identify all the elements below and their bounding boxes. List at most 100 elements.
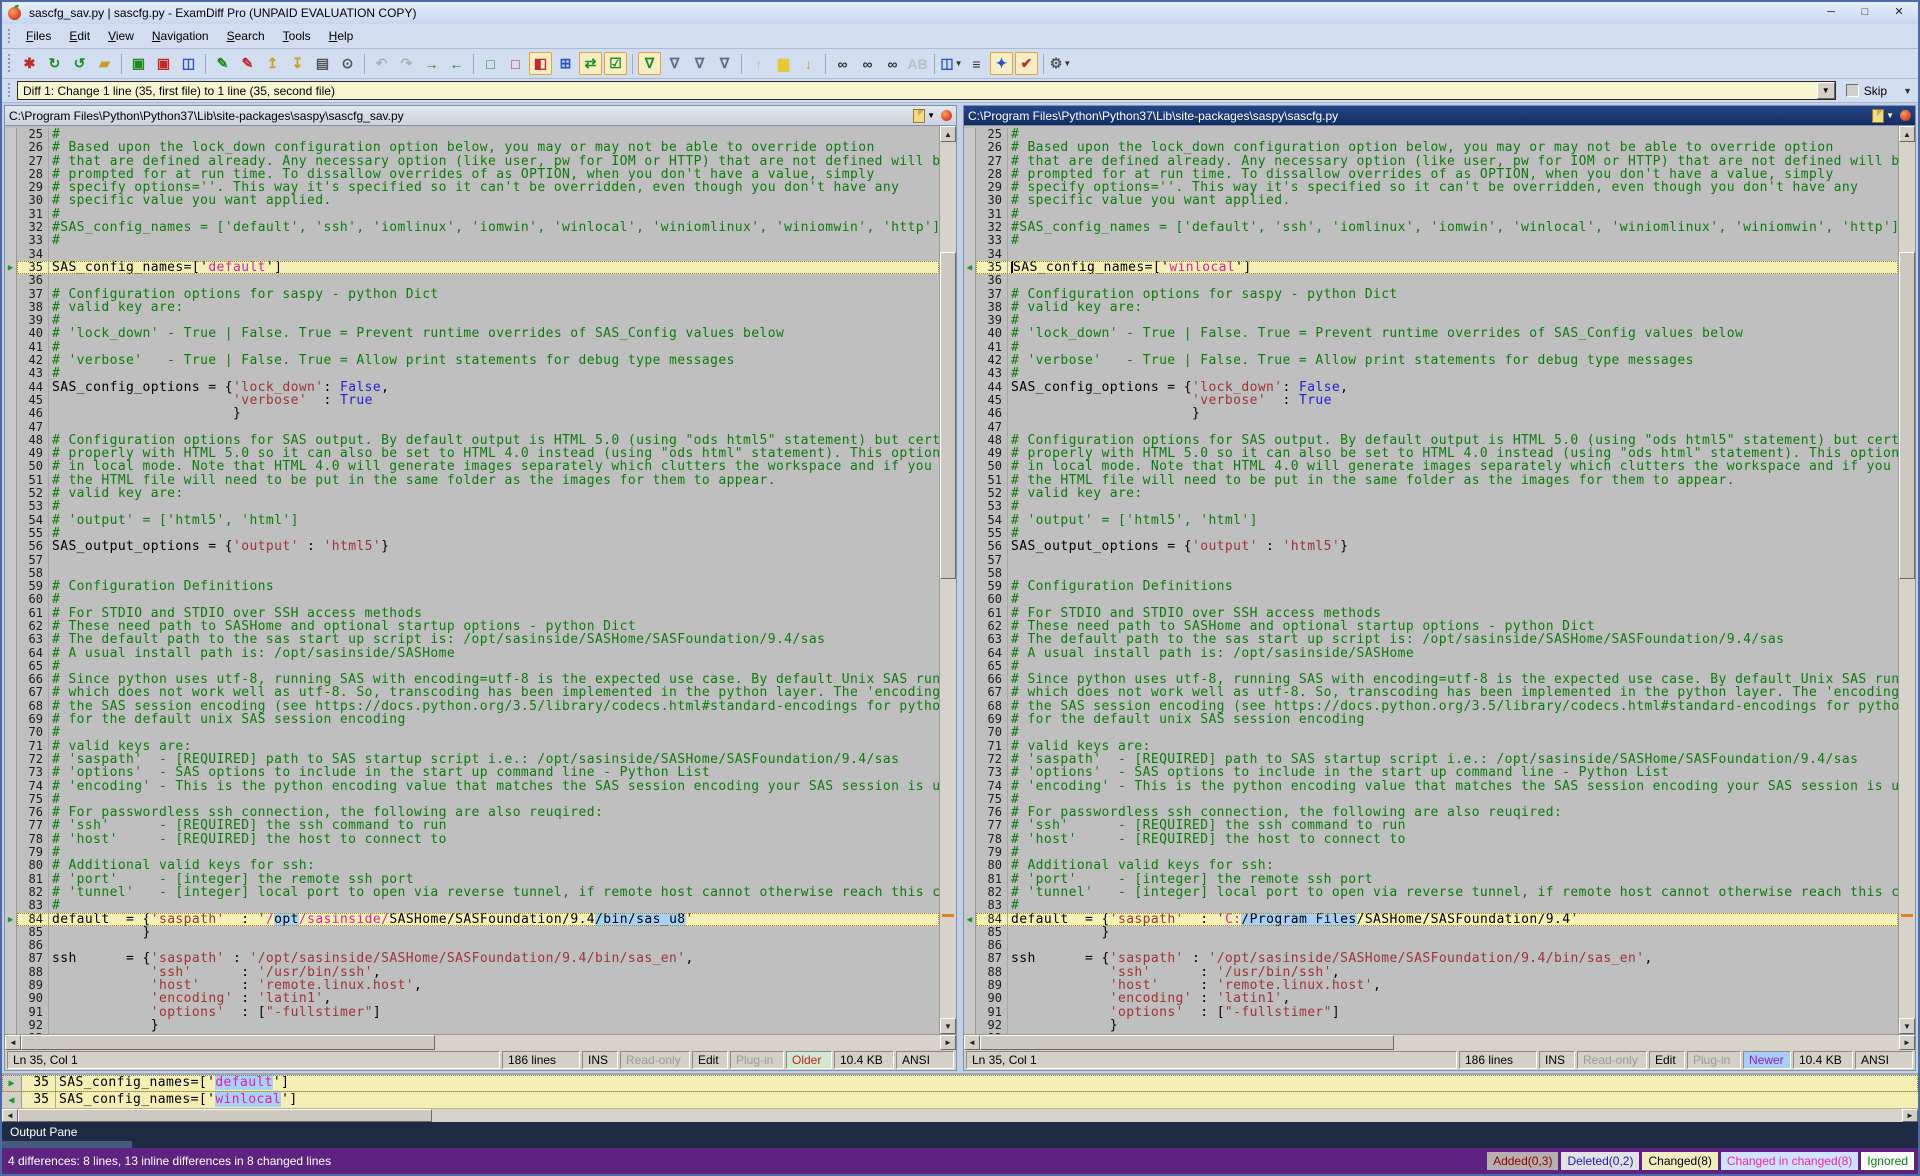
scroll-down-icon[interactable]: ▼ [940,1018,956,1034]
filter-changed-button[interactable]: ∇ [713,52,736,75]
code-text[interactable]: # Configuration options for saspy - pyth… [1008,288,1898,301]
code-text[interactable]: # 'options' - SAS options to include in … [49,766,939,779]
code-text[interactable]: # [49,500,939,513]
code-text[interactable] [49,939,939,952]
edit-plugins-button[interactable]: ✔ [1015,52,1038,75]
code-text[interactable]: # A usual install path is: /opt/sasinsid… [1008,647,1898,660]
code-text[interactable]: # for the default unix SAS session encod… [1008,713,1898,726]
code-text[interactable]: # [1008,234,1898,247]
code-text[interactable]: # [49,793,939,806]
compare-button[interactable]: ✱ [18,52,41,75]
code-text[interactable] [1008,248,1898,261]
code-text[interactable]: # [49,314,939,327]
code-text[interactable]: SAS_config_options = {'lock_down': False… [1008,381,1898,394]
vertical-scrollbar[interactable]: ▲▼ [1898,126,1915,1034]
filter-added-button[interactable]: ∇ [663,52,686,75]
code-text[interactable]: # which does not work well as utf-8. So,… [49,686,939,699]
code-text[interactable]: 'ssh' : '/usr/bin/ssh', [1008,966,1898,979]
code-text[interactable]: # [1008,593,1898,606]
code-text[interactable]: # 'tunnel' - [integer] local port to ope… [1008,886,1898,899]
diff-selector-combo[interactable]: Diff 1: Change 1 line (35, first file) t… [17,81,1836,100]
code-text[interactable]: # [1008,367,1898,380]
code-text[interactable] [1008,274,1898,287]
code-text[interactable]: # valid key are: [1008,301,1898,314]
current-diff-block-button[interactable]: ▆ [772,52,795,75]
code-text[interactable]: # 'verbose' - True | False. True = Allow… [49,354,939,367]
code-text[interactable]: SAS_config_names=['default'] [49,261,939,274]
scroll-right-icon[interactable]: ► [1902,1109,1918,1122]
code-text[interactable]: # Based upon the lock_down configuration… [1008,141,1898,154]
code-text[interactable]: # prompted for at run time. To dissallow… [1008,168,1898,181]
menu-navigation[interactable]: Navigation [143,26,218,46]
code-text[interactable]: # [1008,208,1898,221]
close-button[interactable]: ✕ [1886,5,1912,21]
code-text[interactable]: # 'lock_down' - True | False. True = Pre… [49,327,939,340]
code-text[interactable]: # [1008,793,1898,806]
show-identical-button[interactable]: □ [479,52,502,75]
code-text[interactable]: 'host' : 'remote.linux.host', [49,979,939,992]
code-text[interactable]: # The default path to the sas start up s… [49,633,939,646]
code-text[interactable]: } [49,1019,939,1032]
diff-detail-row[interactable]: ◄35SAS_config_names=['winlocal'] [2,1092,1918,1109]
code-text[interactable]: } [49,407,939,420]
code-text[interactable]: # valid keys are: [49,740,939,753]
file-path-header[interactable]: C:\Program Files\Python\Python37\Lib\sit… [964,106,1915,126]
menu-view[interactable]: View [99,26,143,46]
code-text[interactable]: # specify options=''. This way it's spec… [49,181,939,194]
edit-first-button[interactable]: ✎ [211,52,234,75]
pane-menu-dropdown-icon[interactable]: ▼ [1886,111,1894,120]
code-text[interactable]: 'options' : ["-fullstimer"] [49,1006,939,1019]
next-difference-button[interactable]: → [420,52,443,75]
edit-second-button[interactable]: ✎ [236,52,259,75]
scroll-left-icon[interactable]: ◄ [5,1035,21,1050]
code-text[interactable]: # valid key are: [1008,487,1898,500]
code-text[interactable]: # Since python uses utf-8, running SAS w… [1008,673,1898,686]
code-text[interactable]: # 'ssh' - [REQUIRED] the ssh command to … [1008,819,1898,832]
scroll-down-icon[interactable]: ▼ [1899,1018,1915,1034]
save-first-button[interactable]: ▣ [127,52,150,75]
options-button[interactable]: ⚙▼ [1049,52,1072,75]
file-path-header[interactable]: C:\Program Files\Python\Python37\Lib\sit… [5,106,956,126]
code-text[interactable]: 'encoding' : 'latin1', [49,992,939,1005]
code-text[interactable]: # properly with HTML 5.0 so it can also … [49,447,939,460]
maximize-button[interactable]: □ [1852,5,1878,21]
code-text[interactable] [49,421,939,434]
code-text[interactable]: # For passwordless ssh connection, the f… [49,806,939,819]
copy-direction-icon[interactable]: ► [2,1075,22,1091]
code-text[interactable]: # A usual install path is: /opt/sasinsid… [49,647,939,660]
code-text[interactable]: # which does not work well as utf-8. So,… [1008,686,1898,699]
code-text[interactable]: # 'host' - [REQUIRED] the host to connec… [49,833,939,846]
code-text[interactable]: # [49,527,939,540]
code-text[interactable]: } [1008,1019,1898,1032]
find-next-button[interactable]: ∞ [856,52,879,75]
code-text[interactable]: # Configuration options for SAS output. … [49,434,939,447]
code-text[interactable]: ssh = {'saspath' : '/opt/sasinside/SASHo… [49,952,939,965]
code-text[interactable]: # 'ssh' - [REQUIRED] the ssh command to … [49,819,939,832]
scroll-left-icon[interactable]: ◄ [2,1109,18,1122]
code-text[interactable]: # These need path to SASHome and optiona… [1008,620,1898,633]
pane-save-icon[interactable] [1872,109,1884,123]
copy-direction-icon[interactable]: ◄ [2,1092,22,1108]
code-text[interactable]: # [49,846,939,859]
code-text[interactable] [49,248,939,261]
scroll-up-icon[interactable]: ▲ [940,126,956,142]
prev-difference-button[interactable]: ← [445,52,468,75]
code-text[interactable]: # [1008,314,1898,327]
show-options-button[interactable]: ☑ [604,52,627,75]
refresh-all-button[interactable]: ↺ [68,52,91,75]
refresh-button[interactable]: ↻ [43,52,66,75]
code-text[interactable]: #SAS_config_names = ['default', 'ssh', '… [1008,221,1898,234]
code-text[interactable]: # the SAS session encoding (see https://… [1008,700,1898,713]
code-text[interactable] [49,554,939,567]
copy-to-second-button[interactable]: ↓ [797,52,820,75]
code-text[interactable]: # 'lock_down' - True | False. True = Pre… [1008,327,1898,340]
code-text[interactable]: # the SAS session encoding (see https://… [49,700,939,713]
code-text[interactable]: # 'encoding' - This is the python encodi… [1008,780,1898,793]
output-pane-tab[interactable] [2,1141,132,1148]
menu-tools[interactable]: Tools [274,26,320,46]
toolbar-grip[interactable] [7,53,12,73]
scrollbar-track[interactable] [980,1035,1899,1050]
vertical-scrollbar[interactable]: ▲▼ [939,126,956,1034]
save-second-button[interactable]: ▣ [152,52,175,75]
code-text[interactable]: # [49,593,939,606]
